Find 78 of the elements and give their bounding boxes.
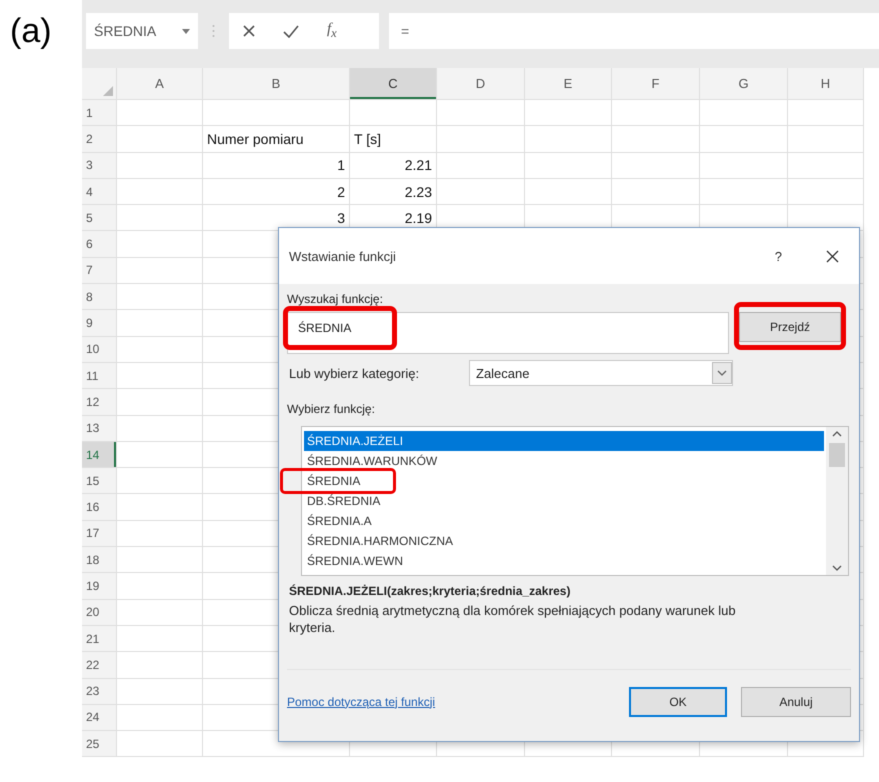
column-header[interactable]: B <box>203 68 349 99</box>
search-text: ŚREDNIA <box>298 321 352 335</box>
row-header[interactable]: 11 <box>82 362 116 388</box>
caret-icon[interactable] <box>182 28 190 34</box>
function-description: Oblicza średnią arytmetyczną dla komórek spełniających podany warunek lub kryteria. <box>289 602 737 636</box>
column-header[interactable]: C <box>350 68 436 99</box>
column-header[interactable]: H <box>788 68 863 99</box>
chevron-up-icon[interactable] <box>832 431 842 437</box>
list-item[interactable]: ŚREDNIA.WARUNKÓW <box>304 451 442 471</box>
list-item[interactable]: ŚREDNIA <box>304 471 364 491</box>
column-header[interactable]: E <box>525 68 611 99</box>
list-item[interactable]: ŚREDNIA.WEWN <box>304 551 407 571</box>
scroll-thumb[interactable] <box>829 443 845 467</box>
scrollbar[interactable] <box>826 427 848 575</box>
row-header[interactable]: 17 <box>82 520 116 546</box>
go-button[interactable]: Przejdź <box>739 312 841 342</box>
search-field[interactable]: ŚREDNIA <box>287 312 729 354</box>
dialog-title: Wstawianie funkcji <box>289 248 397 264</box>
name-box[interactable]: ŚREDNIA <box>86 13 198 49</box>
row-header[interactable]: 1 <box>82 100 116 126</box>
row-header[interactable]: 4 <box>82 178 116 204</box>
table-cell: 1 <box>337 157 345 174</box>
row-header[interactable]: 20 <box>82 600 116 625</box>
list-item[interactable]: DB.ŚREDNIA <box>304 491 384 511</box>
list-item[interactable]: ŚREDNIA.A <box>304 511 376 531</box>
table-cell: Numer pomiaru <box>207 130 304 147</box>
row-header[interactable]: 13 <box>82 416 116 441</box>
table-cell: 2.19 <box>404 210 432 226</box>
column-header[interactable]: F <box>612 68 699 99</box>
function-button[interactable]: f$_{x}$ <box>327 21 337 41</box>
table-cell: 3 <box>337 210 345 226</box>
dialog-button[interactable]: Anuluj <box>741 686 851 716</box>
category-dropdown[interactable]: Zalecane <box>469 360 733 386</box>
column-header[interactable]: A <box>117 68 202 99</box>
row-header[interactable]: 18 <box>82 547 116 572</box>
row-header[interactable]: 6 <box>82 231 116 257</box>
chevron-down-icon[interactable] <box>712 362 732 384</box>
row-header[interactable]: 24 <box>82 704 116 730</box>
row-header[interactable]: 5 <box>82 205 116 230</box>
formula-field[interactable]: = <box>389 13 879 49</box>
row-header[interactable]: 21 <box>82 626 116 652</box>
function-signature: ŚREDNIA.JEŻELI(zakres;kryteria;średnia_zakres) <box>289 584 572 598</box>
row-header[interactable]: 23 <box>82 678 116 704</box>
help-link[interactable]: Pomoc dotycząca tej funkcji <box>287 694 436 708</box>
row-header[interactable]: 9 <box>82 310 116 336</box>
row-header[interactable]: 3 <box>82 152 116 178</box>
list-item[interactable]: ŚREDNIA.JEŻELI <box>304 431 824 451</box>
row-header[interactable]: 19 <box>82 573 116 599</box>
row-header[interactable]: 14 <box>82 442 116 468</box>
table-cell: 2.21 <box>404 157 432 174</box>
field-label: Wyszukaj funkcję: <box>287 292 384 306</box>
row-header[interactable]: 16 <box>82 494 116 520</box>
help-button[interactable]: ? <box>774 248 782 264</box>
grip-icon[interactable] <box>212 24 215 38</box>
column-header[interactable]: G <box>700 68 787 99</box>
dialog-button[interactable]: OK <box>629 686 727 716</box>
row-header[interactable]: 12 <box>82 389 116 415</box>
figure-label: (a) <box>9 11 53 51</box>
row-header[interactable]: 7 <box>82 258 116 284</box>
row-header[interactable]: 8 <box>82 284 116 310</box>
close-icon[interactable] <box>826 250 839 262</box>
row-header[interactable]: 2 <box>82 126 116 152</box>
column-header[interactable]: D <box>437 68 524 99</box>
field-label: Wybierz funkcję: <box>287 402 376 416</box>
row-header[interactable]: 10 <box>82 336 116 362</box>
table-cell: 2 <box>337 184 345 200</box>
field-label: Lub wybierz kategorię: <box>289 366 420 380</box>
chevron-down-icon[interactable] <box>832 565 842 571</box>
row-header[interactable]: 25 <box>82 731 116 756</box>
dropdown-value: Zalecane <box>476 366 530 380</box>
formula-text: = <box>401 23 410 39</box>
list-item[interactable]: ŚREDNIA.HARMONICZNA <box>304 531 458 551</box>
row-header[interactable]: 22 <box>82 652 116 678</box>
table-cell: 2.23 <box>404 184 432 200</box>
row-header[interactable]: 15 <box>82 468 116 494</box>
close-icon[interactable] <box>243 25 255 37</box>
check-icon[interactable] <box>283 24 299 38</box>
table-cell: T [s] <box>354 130 381 147</box>
